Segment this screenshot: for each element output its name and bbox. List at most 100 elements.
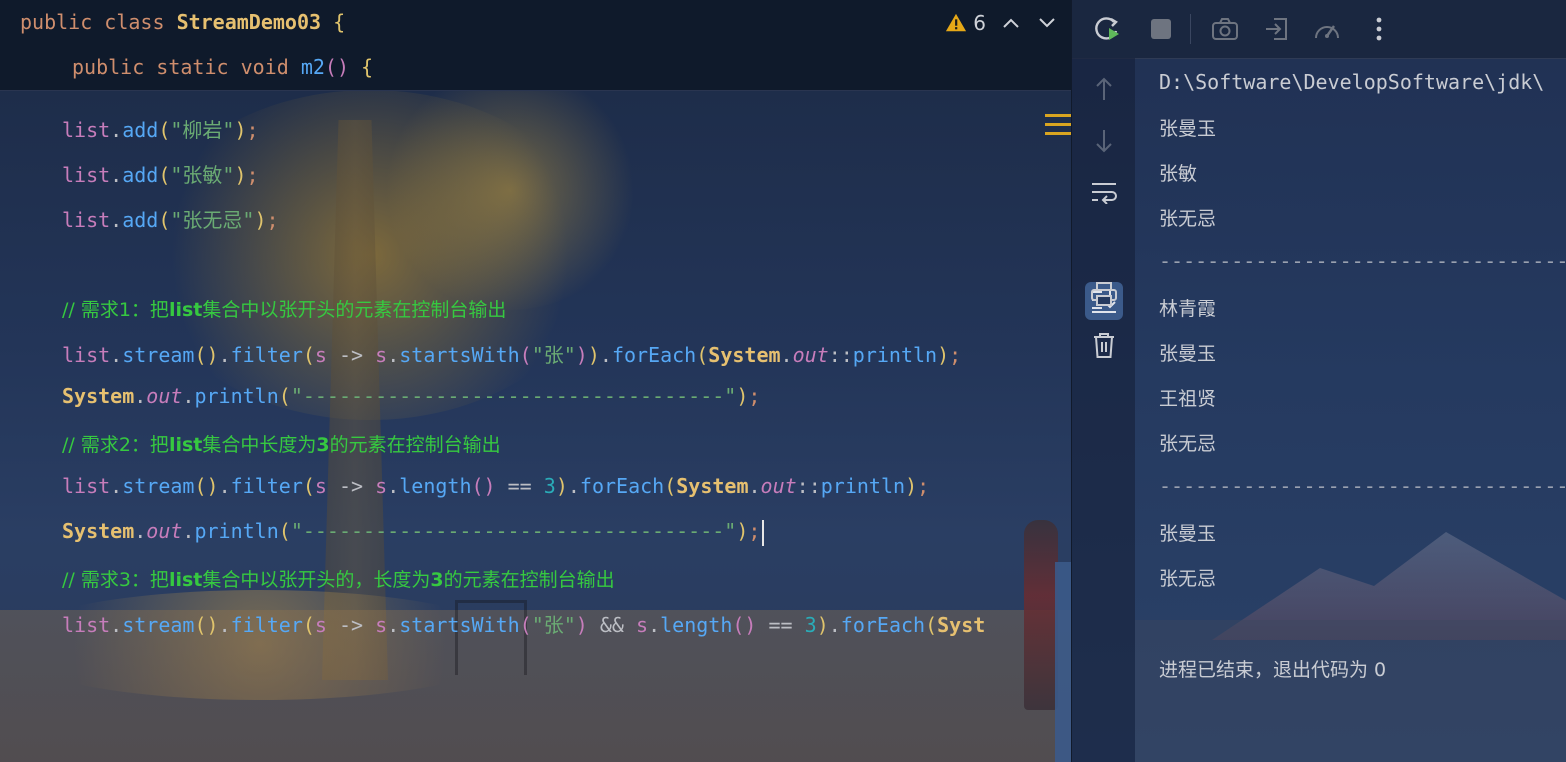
- brace: {: [361, 55, 374, 79]
- number-literal: 3: [804, 613, 817, 637]
- code-line[interactable]: list.add("柳岩");: [62, 114, 259, 143]
- keyword: public: [20, 10, 93, 34]
- console-output-line: 王祖贤: [1159, 388, 1217, 410]
- class-ref: System: [676, 474, 749, 498]
- code-line[interactable]: list.stream().filter(s -> s.startsWith("…: [62, 609, 985, 638]
- string-literal: "张": [531, 613, 576, 637]
- method-call: filter: [230, 474, 303, 498]
- chevron-up-icon[interactable]: [1000, 13, 1022, 34]
- code-line[interactable]: list.add("张敏");: [62, 159, 259, 188]
- lambda-param: s: [375, 474, 388, 498]
- vertical-scrollbar[interactable]: [1055, 562, 1071, 762]
- lambda-param: s: [636, 613, 649, 637]
- code-line[interactable]: list.stream().filter(s -> s.length() == …: [62, 474, 929, 498]
- comment-text: 3: [430, 569, 444, 591]
- down-arrow-icon[interactable]: [1088, 125, 1120, 157]
- string-literal: "柳岩": [170, 118, 235, 142]
- paren: ): [254, 208, 267, 232]
- console-output-line: 张曼玉: [1159, 118, 1217, 140]
- variable: list: [62, 343, 111, 367]
- method-call: filter: [230, 343, 303, 367]
- comment-text: 的元素在控制台输出: [443, 569, 615, 591]
- sticky-scroll-header[interactable]: public class StreamDemo03 { public stati…: [0, 0, 1071, 91]
- inspection-widget[interactable]: 6: [945, 11, 1058, 35]
- code-comment[interactable]: // 需求2：把list集合中长度为3的元素在控制台输出: [62, 430, 501, 457]
- rerun-icon[interactable]: [1092, 14, 1122, 44]
- code-comment[interactable]: // 需求1：把list集合中以张开头的元素在控制台输出: [62, 295, 506, 322]
- console-output-line: 张曼玉: [1159, 523, 1217, 545]
- static-field: out: [792, 343, 829, 367]
- console-output-line: 林青霞: [1159, 298, 1217, 320]
- toolbar-divider: [1190, 14, 1191, 44]
- run-tool-window[interactable]: D:\Software\DevelopSoftware\jdk\ 张曼玉 张敏 …: [1071, 0, 1566, 762]
- class-ref: System: [62, 384, 135, 408]
- code-editor[interactable]: public class StreamDemo03 { public stati…: [0, 0, 1071, 762]
- console-output-line: 张无忌: [1159, 433, 1217, 455]
- console-separator: -----------------------------------: [1159, 249, 1566, 273]
- paren: (: [158, 163, 171, 187]
- up-arrow-icon[interactable]: [1088, 73, 1120, 105]
- comment-text: 3: [316, 434, 330, 456]
- console-output-line: 张无忌: [1159, 208, 1217, 230]
- static-field: out: [760, 474, 797, 498]
- comment-text: list: [168, 434, 203, 456]
- comment-text: // 需求3：把: [62, 569, 169, 591]
- method-ref: println: [852, 343, 938, 367]
- comment-text: list: [168, 299, 203, 321]
- code-line[interactable]: System.out.println("--------------------…: [62, 384, 760, 408]
- comment-text: 的元素在控制台输出: [329, 434, 501, 456]
- string-literal: "张": [531, 343, 576, 367]
- keyword: class: [104, 10, 165, 34]
- method-call: length: [399, 474, 472, 498]
- chevron-down-icon[interactable]: [1036, 13, 1058, 34]
- background-ground-glow: [0, 590, 520, 700]
- exit-icon[interactable]: [1262, 14, 1292, 44]
- profiler-icon[interactable]: [1312, 14, 1342, 44]
- static-field: out: [146, 519, 183, 543]
- method-call: stream: [122, 343, 195, 367]
- comment-text: // 需求1：把: [62, 299, 169, 321]
- method-call: println: [194, 519, 279, 543]
- stop-icon[interactable]: [1146, 14, 1176, 44]
- method-call: stream: [122, 474, 195, 498]
- string-literal: "-----------------------------------": [290, 519, 737, 543]
- soft-wrap-icon[interactable]: [1088, 176, 1120, 208]
- operator: &&: [599, 613, 624, 637]
- more-icon[interactable]: [1364, 14, 1394, 44]
- semicolon: ;: [266, 208, 279, 232]
- keyword: static: [156, 55, 229, 79]
- method-ref: println: [820, 474, 906, 498]
- method-call: startsWith: [399, 613, 520, 637]
- structure-marker-icon[interactable]: [1045, 114, 1071, 141]
- trash-icon[interactable]: [1088, 329, 1120, 361]
- process-exit-message: 进程已结束，退出代码为 0: [1159, 659, 1387, 681]
- paren: (: [158, 208, 171, 232]
- code-line[interactable]: System.out.println("--------------------…: [62, 519, 765, 546]
- method-name: m2: [300, 55, 325, 79]
- print-icon[interactable]: [1088, 278, 1120, 310]
- comment-text: list: [168, 569, 203, 591]
- variable: list: [62, 208, 111, 232]
- console-command-path: D:\Software\DevelopSoftware\jdk\: [1159, 70, 1545, 94]
- code-line[interactable]: list.add("张无忌");: [62, 204, 279, 233]
- method-call: length: [660, 613, 733, 637]
- warning-count[interactable]: 6: [973, 11, 986, 35]
- semicolon: ;: [246, 163, 259, 187]
- keyword: public: [72, 55, 145, 79]
- sticky-class-declaration[interactable]: public class StreamDemo03 {: [20, 10, 345, 34]
- run-toolbar: [1072, 0, 1566, 59]
- comment-text: 集合中长度为: [202, 434, 317, 456]
- code-comment[interactable]: // 需求3：把list集合中以张开头的，长度为3的元素在控制台输出: [62, 565, 615, 592]
- camera-icon[interactable]: [1210, 14, 1240, 44]
- lambda-param: s: [375, 613, 388, 637]
- number-literal: 3: [543, 474, 556, 498]
- operator: ==: [507, 474, 532, 498]
- parens: (): [324, 55, 349, 79]
- console-output-line: 张无忌: [1159, 568, 1217, 590]
- code-line[interactable]: list.stream().filter(s -> s.startsWith("…: [62, 339, 961, 368]
- variable: list: [62, 474, 111, 498]
- class-ref: System: [708, 343, 781, 367]
- sticky-method-declaration[interactable]: public static void m2() {: [72, 55, 373, 79]
- variable: list: [62, 118, 111, 142]
- warning-icon[interactable]: [945, 12, 967, 34]
